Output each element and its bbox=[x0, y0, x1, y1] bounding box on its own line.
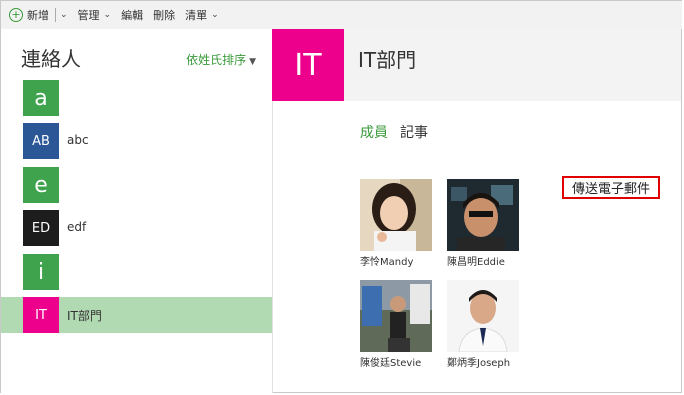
new-button[interactable]: + 新增 ⌄ bbox=[9, 7, 68, 23]
avatar: AB bbox=[23, 123, 59, 159]
tab-members[interactable]: 成員 bbox=[360, 122, 388, 142]
group-title: IT部門 bbox=[358, 48, 417, 72]
group-tile: IT bbox=[272, 29, 344, 101]
chevron-down-icon: ⌄ bbox=[211, 10, 219, 20]
contact-letter-a[interactable]: a bbox=[1, 80, 272, 116]
list-item-selected[interactable]: IT IT部門 bbox=[1, 297, 272, 333]
tab-notes[interactable]: 記事 bbox=[400, 122, 428, 142]
contact-name: abc bbox=[67, 133, 89, 147]
contact-name: IT部門 bbox=[67, 309, 102, 323]
member-photo bbox=[360, 280, 432, 352]
delete-label: 刪除 bbox=[153, 9, 176, 22]
letter-tile: i bbox=[23, 254, 59, 290]
manage-menu[interactable]: 管理 ⌄ bbox=[78, 7, 112, 23]
send-email-button[interactable]: 傳送電子郵件 bbox=[562, 176, 660, 199]
edit-label: 編輯 bbox=[121, 9, 144, 22]
avatar: IT bbox=[23, 297, 59, 333]
member-card[interactable]: 陳昌明Eddie bbox=[447, 179, 523, 268]
sort-label: 依姓氏排序 bbox=[186, 53, 247, 67]
contact-name: edf bbox=[67, 220, 87, 234]
contacts-title: 連絡人 bbox=[21, 47, 81, 71]
list-item[interactable]: ED edf bbox=[1, 210, 272, 246]
contact-letter-i[interactable]: i bbox=[1, 254, 272, 290]
contacts-pane: 連絡人 依姓氏排序 ▼ a AB abc e ED edf i IT IT部門 bbox=[1, 29, 273, 393]
edit-button[interactable]: 編輯 bbox=[121, 7, 143, 23]
avatar: ED bbox=[23, 210, 59, 246]
new-label: 新增 bbox=[27, 9, 49, 22]
list-label: 清單 bbox=[185, 9, 208, 22]
chevron-down-icon: ⌄ bbox=[103, 10, 112, 20]
member-card[interactable]: 鄭炳季Joseph bbox=[447, 280, 523, 369]
member-name: 鄭炳季Joseph bbox=[447, 358, 511, 369]
letter-tile: a bbox=[23, 80, 59, 116]
caret-down-icon: ▼ bbox=[249, 57, 256, 67]
member-photo bbox=[447, 179, 519, 251]
divider bbox=[55, 8, 56, 22]
member-card[interactable]: 李怜Mandy bbox=[360, 179, 436, 268]
chevron-down-icon[interactable]: ⌄ bbox=[60, 10, 68, 20]
member-name: 陳昌明Eddie bbox=[447, 257, 505, 268]
toolbar: + 新增 ⌄ 管理 ⌄ 編輯 刪除 清單 ⌄ bbox=[1, 1, 682, 29]
plus-icon: + bbox=[9, 8, 23, 22]
list-menu[interactable]: 清單 ⌄ bbox=[185, 7, 219, 23]
manage-label: 管理 bbox=[77, 9, 100, 22]
member-name: 陳俊廷Stevie bbox=[360, 358, 422, 369]
member-card[interactable]: 陳俊廷Stevie bbox=[360, 280, 436, 369]
letter-tile: e bbox=[23, 167, 59, 203]
contact-letter-e[interactable]: e bbox=[1, 167, 272, 203]
list-item[interactable]: AB abc bbox=[1, 123, 272, 159]
member-name: 李怜Mandy bbox=[360, 257, 414, 268]
member-photo bbox=[360, 179, 432, 251]
delete-button[interactable]: 刪除 bbox=[153, 7, 175, 23]
member-photo bbox=[447, 280, 519, 352]
sort-dropdown[interactable]: 依姓氏排序 ▼ bbox=[186, 51, 256, 68]
